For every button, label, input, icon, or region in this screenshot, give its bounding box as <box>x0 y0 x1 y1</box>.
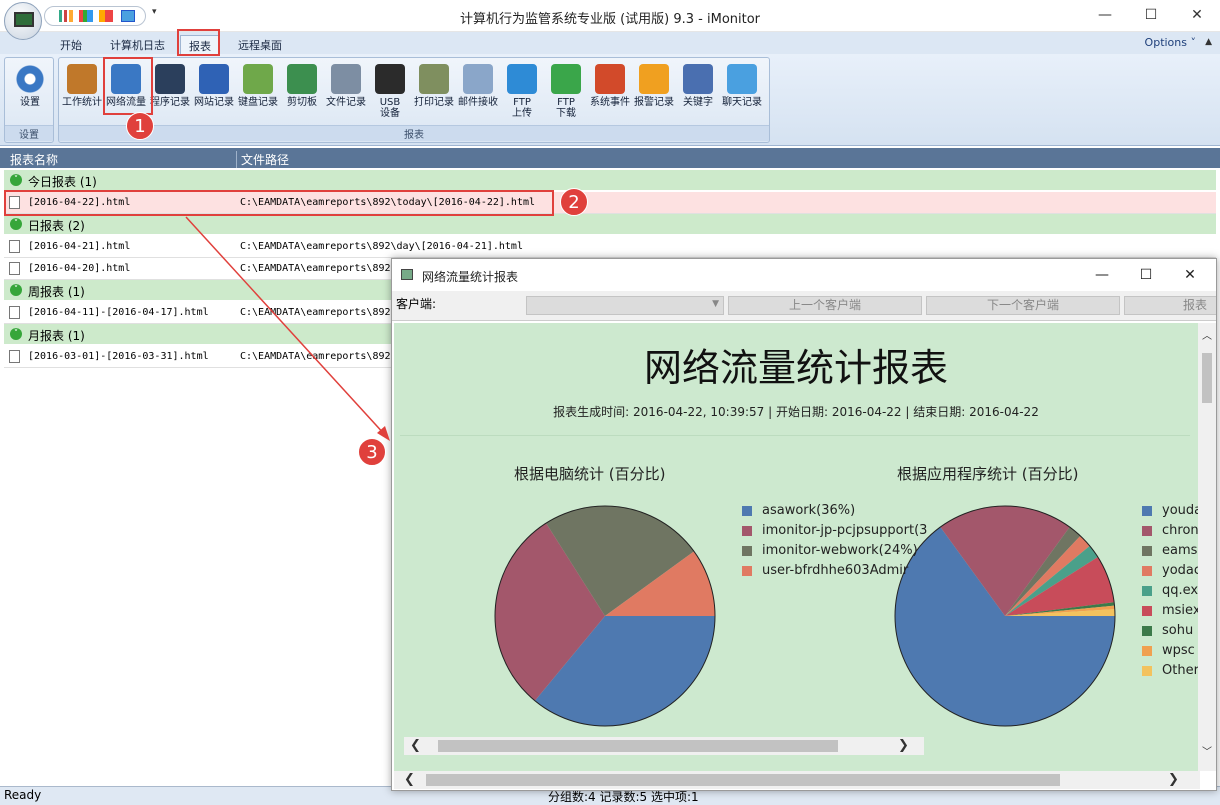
annotation-badge-3: 3 <box>358 438 386 466</box>
annotation-arrow <box>185 216 390 441</box>
annotation-badge-2: 2 <box>560 188 588 216</box>
annotation-badge-1: 1 <box>126 112 154 140</box>
